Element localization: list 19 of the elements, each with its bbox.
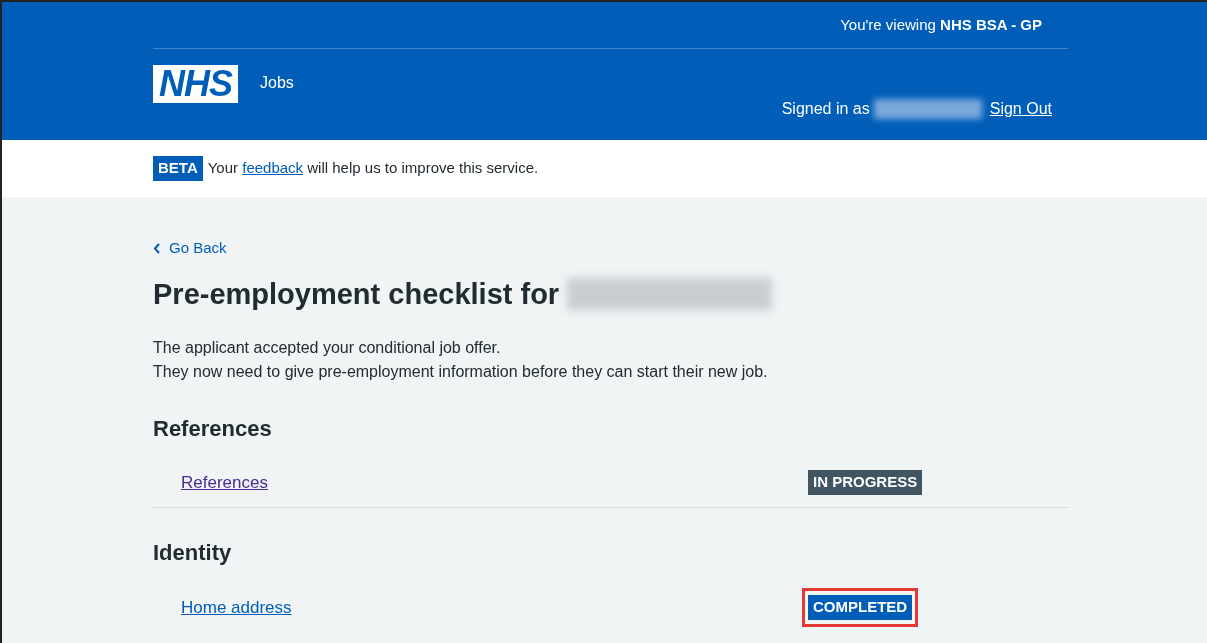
status-tag: COMPLETED xyxy=(808,595,913,620)
status-tag: IN PROGRESS xyxy=(808,470,923,495)
beta-tag: BETA xyxy=(153,156,203,181)
nhs-logo[interactable]: NHS xyxy=(153,65,238,103)
task-link[interactable]: References xyxy=(181,469,808,496)
page-heading: Pre-employment checklist for xyxy=(153,276,560,312)
section-heading: References xyxy=(153,414,273,443)
phase-banner-text: Your feedback will help us to improve this service. xyxy=(207,158,539,179)
organisation-label: You're viewing NHS BSA - GP xyxy=(840,14,1042,35)
intro-text: The applicant accepted your conditional job offer. xyxy=(153,337,502,358)
chevron-left-icon xyxy=(153,242,161,254)
section-heading: Identity xyxy=(153,539,233,568)
sign-out-link[interactable]: Sign Out xyxy=(989,97,1052,121)
service-name: Jobs xyxy=(260,73,294,93)
intro-text: They now need to give pre-employment information before they can start their new job. xyxy=(153,361,769,382)
back-link[interactable]: Go Back xyxy=(153,237,227,260)
signed-in-label: Signed in as xyxy=(781,99,870,119)
feedback-link[interactable]: feedback xyxy=(242,159,304,177)
task-link[interactable]: Home address xyxy=(181,594,802,621)
